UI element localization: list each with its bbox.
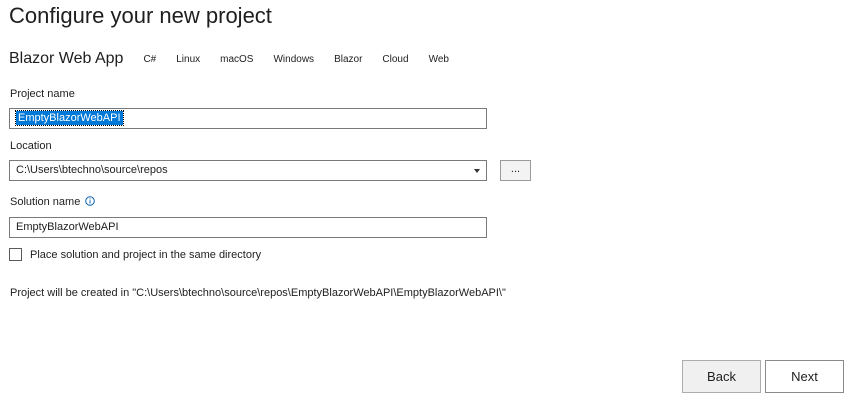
same-directory-checkbox[interactable] — [9, 248, 22, 261]
page-title: Configure your new project — [9, 3, 272, 28]
template-name: Blazor Web App — [9, 50, 124, 67]
info-icon[interactable] — [85, 196, 96, 206]
tag-web: Web — [420, 50, 457, 68]
location-value: C:\Users\btechno\source\repos — [16, 164, 168, 176]
tag-linux: Linux — [168, 50, 209, 68]
tag-macos: macOS — [212, 50, 262, 68]
project-name-input[interactable]: EmptyBlazorWebAPI — [9, 108, 487, 129]
location-combobox[interactable]: C:\Users\btechno\source\repos — [9, 160, 487, 181]
solution-name-input[interactable]: EmptyBlazorWebAPI — [9, 217, 487, 238]
project-name-label: Project name — [10, 88, 75, 100]
next-button[interactable]: Next — [765, 360, 844, 393]
solution-name-label-row: Solution name — [10, 196, 96, 208]
same-directory-option[interactable]: Place solution and project in the same d… — [9, 248, 261, 261]
browse-button[interactable]: ... — [500, 160, 531, 181]
solution-name-value: EmptyBlazorWebAPI — [16, 221, 119, 233]
created-path-text: Project will be created in "C:\Users\bte… — [10, 287, 506, 299]
template-header: Blazor Web App C# Linux macOS Windows Bl… — [9, 48, 461, 70]
solution-name-label: Solution name — [10, 196, 81, 208]
same-directory-label: Place solution and project in the same d… — [30, 248, 262, 261]
chevron-down-icon[interactable] — [471, 161, 483, 180]
location-label: Location — [10, 140, 52, 152]
project-name-value: EmptyBlazorWebAPI — [15, 110, 124, 126]
tag-csharp: C# — [135, 50, 165, 68]
tag-cloud: Cloud — [374, 50, 417, 68]
back-button[interactable]: Back — [682, 360, 761, 393]
tag-windows: Windows — [265, 50, 323, 68]
tag-blazor: Blazor — [326, 50, 371, 68]
